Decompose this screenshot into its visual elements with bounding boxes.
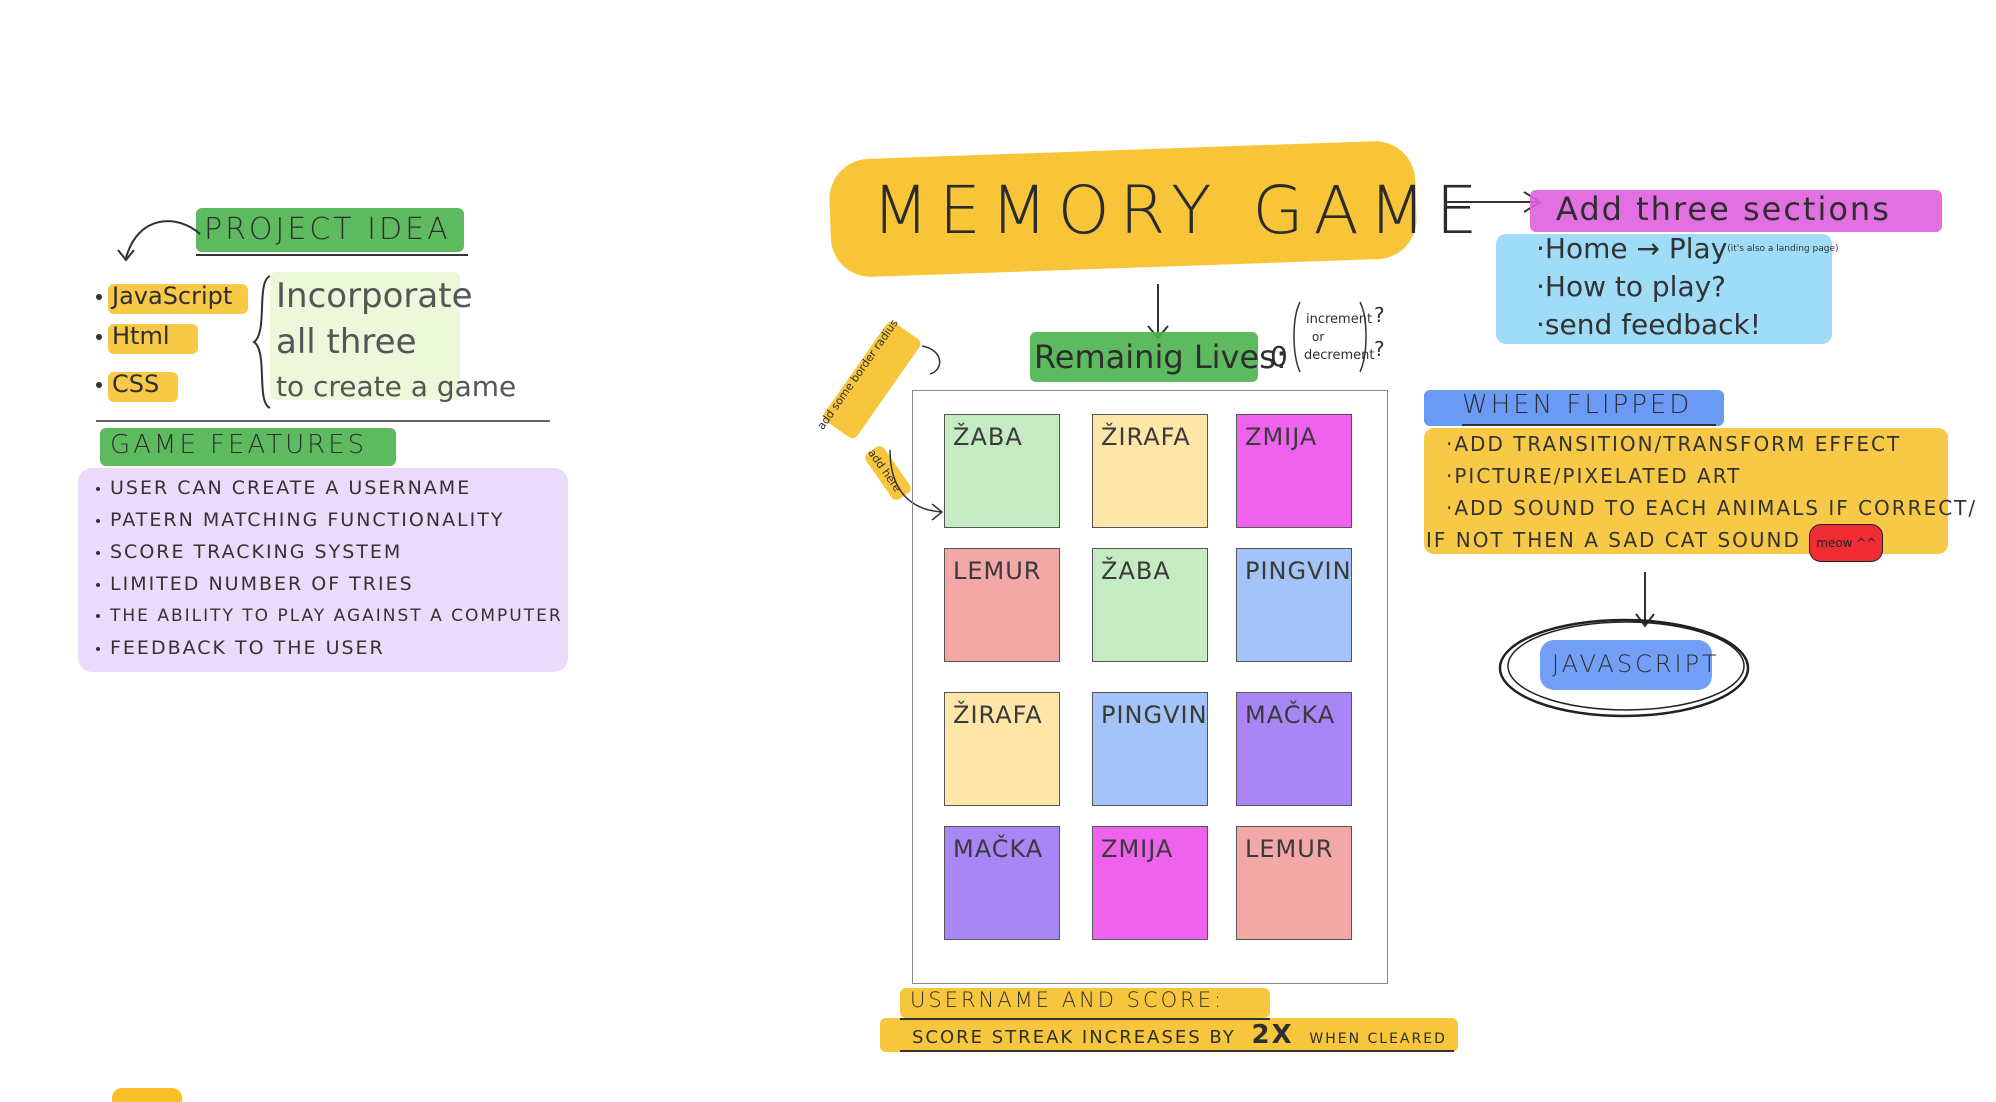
list-item: The ability to play against a computer [96,600,576,632]
memory-card[interactable]: ZMIJA [1236,414,1352,528]
score-prefix: Score streak increases by [912,1027,1236,1048]
list-item: ·send feedback! [1536,308,1761,341]
curved-arrow-icon [117,220,201,262]
whiteboard-canvas: Project Idea JavaScript Html CSS Incorpo… [0,0,1996,1102]
list-item: ·Add transition/transform effect [1446,432,1902,456]
card-label: MAČKA [1245,701,1336,729]
lang-javascript: JavaScript [96,282,232,310]
memory-card[interactable]: ZMIJA [1092,826,1208,940]
memory-card[interactable]: LEMUR [1236,826,1352,940]
memory-card[interactable]: LEMUR [944,548,1060,662]
list-item: Feedback to the user [96,632,576,664]
memory-card[interactable]: MAČKA [1236,692,1352,806]
note-line-2: all three [276,322,417,362]
list-item: ·Picture/pixelated art [1446,464,1742,488]
list-item: Patern matching functionality [96,504,576,536]
yellow-scrap [112,1088,182,1102]
memory-card[interactable]: PINGVIN [1092,692,1208,806]
features-list: User can create a username Patern matchi… [96,472,576,664]
card-label: PINGVIN [1101,701,1208,729]
score-line-1: Username and score: [910,988,1225,1012]
list-item: ·How to play? [1536,270,1727,303]
list-item: if not then a sad cat sound meow ^^ [1426,524,1977,562]
memory-card[interactable]: ŽABA [1092,548,1208,662]
flipped-list: ·Add transition/transform effect ·Pictur… [1426,428,1978,562]
memory-card[interactable]: ŽIRAFA [1092,414,1208,528]
lang-css: CSS [96,370,159,398]
memory-card[interactable]: MAČKA [944,826,1060,940]
list-item: Limited number of tries [96,568,576,600]
list-item: User can create a username [96,472,576,504]
when-flipped-underline [1462,424,1716,426]
lives-label: Remainig Lives: [1034,338,1287,376]
card-label: ŽIRAFA [1101,423,1191,451]
lang-html: Html [96,322,170,350]
score-underline-2 [900,1050,1454,1052]
js-bubble-label: JavaScript [1552,650,1720,678]
score-suffix: when cleared [1309,1031,1447,1047]
lives-note-1: increment [1306,312,1373,327]
card-label: ŽABA [953,423,1023,451]
lives-value: 0 [1270,340,1288,373]
note-line-1: Incorporate [276,276,473,316]
card-label: PINGVIN [1245,557,1352,585]
card-label: ŽIRAFA [953,701,1043,729]
when-flipped-title: When flipped [1462,390,1693,420]
game-title: MEMORY GAME [872,172,1488,249]
game-features-title: Game Features [110,430,368,460]
meow-badge: meow ^^ [1809,524,1884,562]
card-label: LEMUR [953,557,1042,585]
section-divider [96,420,550,422]
list-item: ·Add sound to each animals if correct/ [1446,496,1978,520]
memory-card[interactable]: ŽABA [944,414,1060,528]
score-multiplier: 2x [1251,1020,1294,1050]
sections-title: Add three sections [1556,190,1891,228]
project-idea-underline [196,254,468,256]
card-label: ZMIJA [1245,423,1318,451]
sections-list: ·Home → Play(it's also a landing page) ·… [1536,230,1839,344]
list-item: ·Home → Play(it's also a landing page) [1536,232,1839,265]
card-label: ŽABA [1101,557,1171,585]
lives-note-2: or [1312,330,1325,344]
memory-card[interactable]: ŽIRAFA [944,692,1060,806]
card-label: LEMUR [1245,835,1334,863]
lives-note-3: decrement [1304,348,1375,363]
right-arrow-icon [1446,191,1542,213]
score-line-2: Score streak increases by 2x when cleare… [912,1020,1447,1050]
card-label: ZMIJA [1101,835,1174,863]
card-label: MAČKA [953,835,1044,863]
note-line-3: to create a game [276,370,517,403]
memory-card[interactable]: PINGVIN [1236,548,1352,662]
project-idea-title: Project Idea [204,212,451,247]
lives-marks: ? ? [1374,303,1385,361]
paren-icon [1293,301,1367,373]
list-item: Score tracking system [96,536,576,568]
